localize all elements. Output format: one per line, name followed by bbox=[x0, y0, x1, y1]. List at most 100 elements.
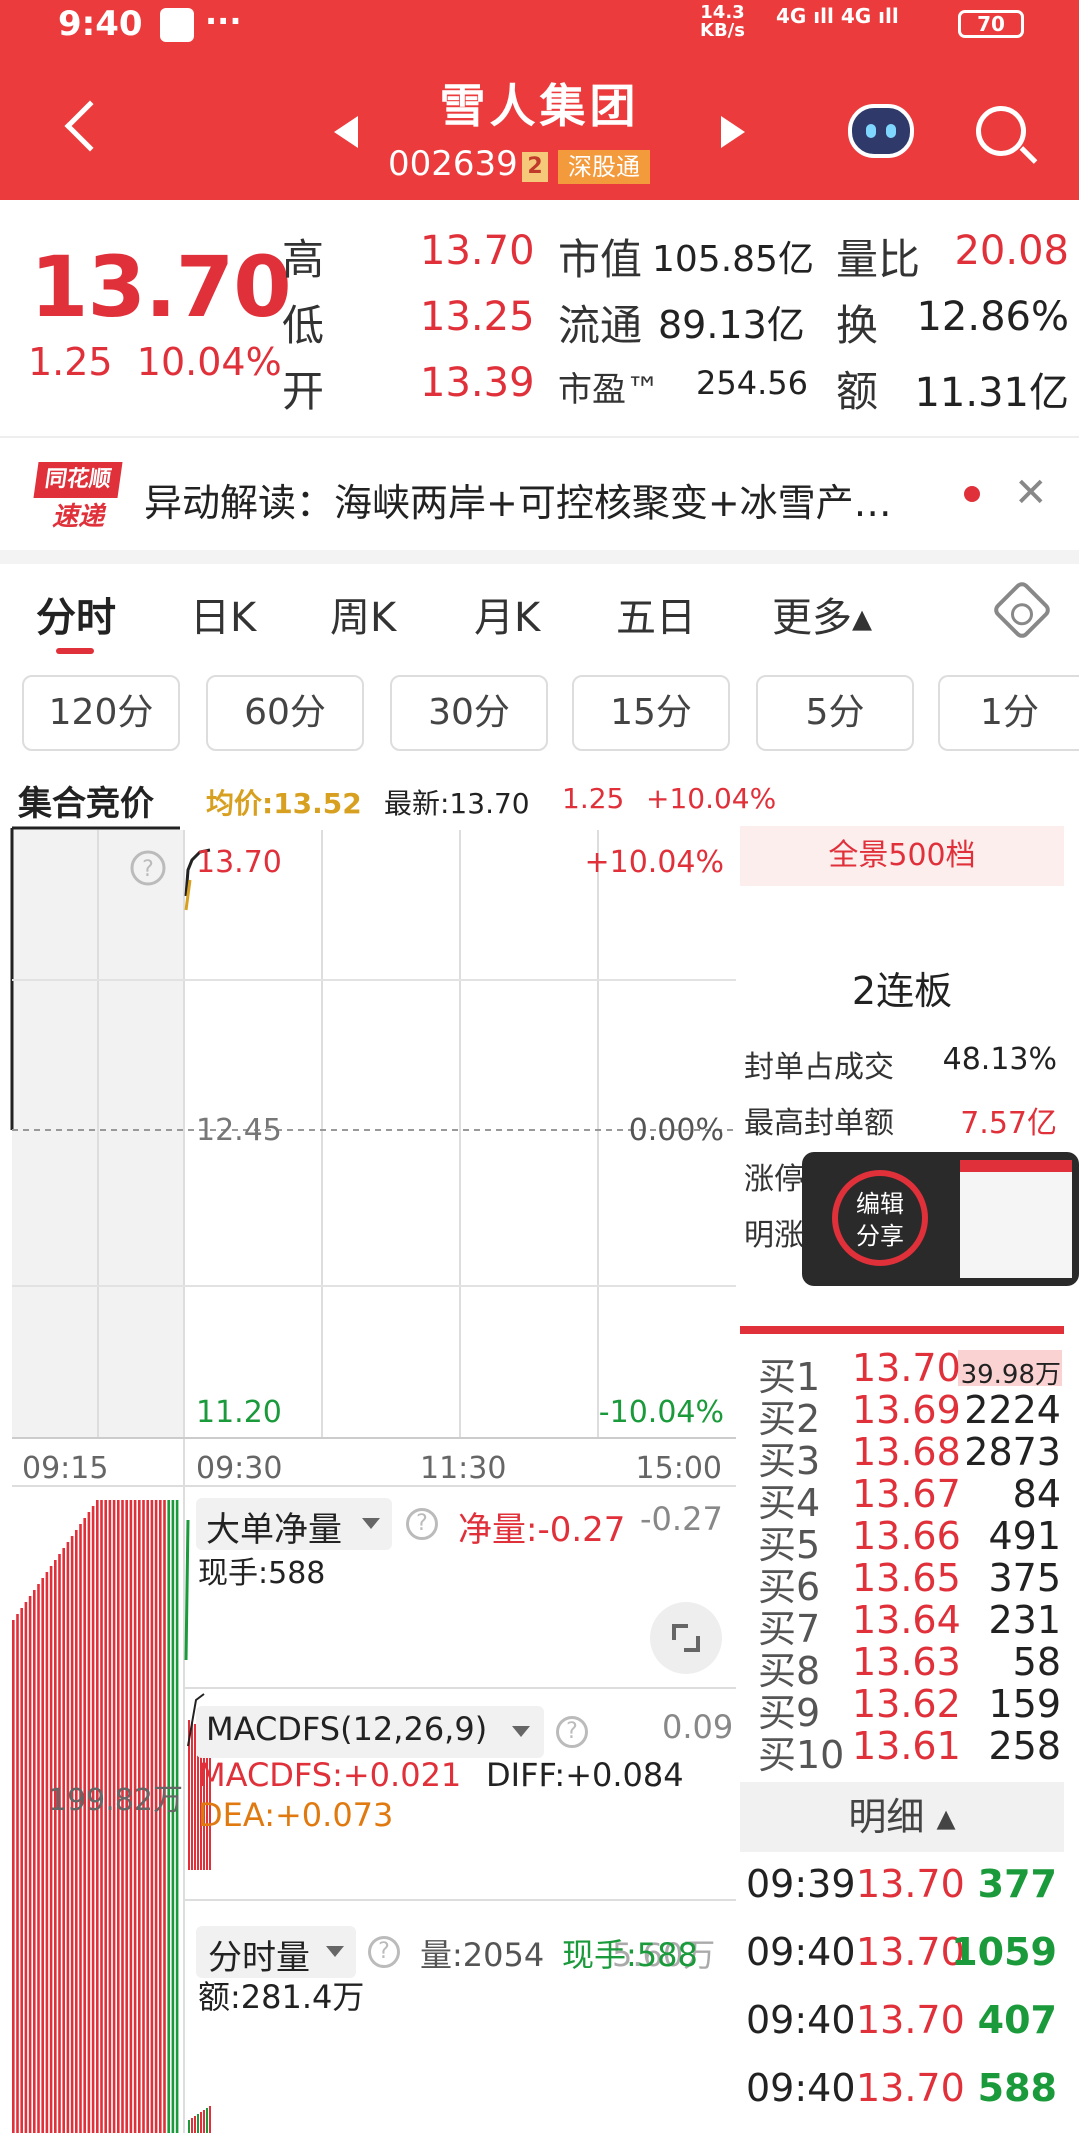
order-book-volume: 39.98万 bbox=[960, 1360, 1061, 1390]
time-label-0915: 09:15 bbox=[22, 1451, 108, 1486]
low-label: 低 bbox=[282, 301, 325, 350]
pe-label: 市盈™ bbox=[558, 370, 660, 410]
signal-icon: 4G ıll 4G ıll bbox=[776, 4, 899, 28]
chevron-down-icon bbox=[326, 1946, 344, 1957]
section-gap bbox=[0, 550, 1079, 564]
order-book-price: 13.65 bbox=[852, 1556, 961, 1600]
period-1min[interactable]: 1分 bbox=[938, 675, 1079, 751]
order-book-price: 13.66 bbox=[852, 1514, 961, 1558]
macd-right: 0.09 bbox=[662, 1708, 734, 1746]
percent-bottom-label: -10.04% bbox=[599, 1395, 724, 1430]
tab-weekly-k[interactable]: 周K bbox=[330, 585, 396, 643]
period-120min[interactable]: 120分 bbox=[22, 675, 180, 751]
amount-value: 11.31亿 bbox=[914, 370, 1069, 416]
dea-value: DEA:+0.073 bbox=[198, 1796, 394, 1834]
volume-selector[interactable]: 分时量 bbox=[196, 1926, 356, 1978]
quote-divider bbox=[0, 436, 1079, 438]
auction-volume-bar bbox=[24, 1602, 28, 2133]
order-book-price: 13.61 bbox=[852, 1724, 961, 1768]
stock-code: 002639 bbox=[388, 144, 518, 184]
order-book-volume: 58 bbox=[1012, 1640, 1061, 1684]
period-30min[interactable]: 30分 bbox=[390, 675, 548, 751]
time-label-1130: 11:30 bbox=[420, 1451, 506, 1486]
screenshot-thumbnail[interactable] bbox=[960, 1160, 1072, 1278]
share-line1: 编辑 bbox=[856, 1190, 904, 1218]
news-logo-bottom: 速递 bbox=[51, 502, 104, 532]
auction-volume-label: 199.82万 bbox=[48, 1783, 183, 1818]
macd-selector[interactable]: MACDFS(12,26,9) bbox=[196, 1706, 544, 1758]
volume-bar bbox=[200, 2112, 202, 2133]
change-percent: 10.04% bbox=[136, 340, 282, 384]
tab-five-day[interactable]: 五日 bbox=[616, 585, 696, 643]
expand-icon[interactable] bbox=[650, 1602, 722, 1674]
big-order-net: 净量:-0.27 bbox=[458, 1502, 625, 1551]
order-book-volume: 231 bbox=[988, 1598, 1061, 1642]
seal-ratio-label: 封单占成交 bbox=[744, 1050, 894, 1085]
big-order-hand: 现手:588 bbox=[198, 1556, 326, 1591]
volume-bar bbox=[209, 2106, 211, 2133]
big-order-selector[interactable]: 大单净量 bbox=[196, 1498, 392, 1550]
help-icon[interactable]: ? bbox=[556, 1716, 588, 1748]
turnover-value: 12.86% bbox=[916, 294, 1069, 340]
help-icon[interactable]: ? bbox=[406, 1508, 438, 1540]
volume-bar bbox=[203, 2110, 205, 2133]
macd-bar bbox=[191, 1722, 193, 1870]
order-book-price: 13.63 bbox=[852, 1640, 961, 1684]
detail-volume: 1059 bbox=[951, 1930, 1057, 1974]
order-book-volume: 159 bbox=[988, 1682, 1061, 1726]
detail-price: 13.70 bbox=[856, 1998, 965, 2042]
max-seal-label: 最高封单额 bbox=[744, 1106, 894, 1141]
news-headline[interactable]: 异动解读：海峡两岸+可控核聚变+冰雪产… bbox=[144, 472, 954, 527]
order-book-volume: 258 bbox=[988, 1724, 1061, 1768]
max-seal-value: 7.57亿 bbox=[960, 1106, 1057, 1141]
tab-more[interactable]: 更多▴ bbox=[772, 585, 872, 643]
volume-bar bbox=[188, 2120, 190, 2133]
limit-up-streak: 2连板 bbox=[851, 969, 953, 1013]
order-book-price: 13.68 bbox=[852, 1430, 961, 1474]
edit-share-button[interactable]: 编辑 分享 bbox=[832, 1170, 928, 1266]
volume-hand: 现手:588 bbox=[562, 1936, 698, 1974]
detail-time: 09:40 bbox=[746, 1930, 856, 1974]
period-15min[interactable]: 15分 bbox=[572, 675, 730, 751]
order-book-volume: 2224 bbox=[964, 1388, 1061, 1432]
macd-title: MACDFS(12,26,9) bbox=[206, 1710, 488, 1748]
robot-assistant-icon[interactable] bbox=[848, 104, 914, 158]
auction-volume-bar bbox=[20, 1608, 23, 2133]
volume-bars bbox=[188, 2106, 211, 2133]
code-badge: 2 bbox=[522, 152, 548, 182]
tab-monthly-k[interactable]: 月K bbox=[474, 585, 540, 643]
order-book-level-label: 买10 bbox=[758, 1733, 845, 1777]
close-icon[interactable]: ✕ bbox=[1014, 470, 1048, 516]
auction-volume-bar bbox=[62, 1548, 65, 2133]
percent-mid-label: 0.00% bbox=[629, 1113, 724, 1148]
seal-ratio-value: 48.13% bbox=[942, 1042, 1057, 1077]
connect-badge[interactable]: 深股通 bbox=[558, 150, 650, 184]
help-icon[interactable]: ? bbox=[368, 1936, 400, 1968]
share-popup[interactable]: 编辑 分享 bbox=[802, 1152, 1079, 1286]
settings-icon[interactable] bbox=[990, 578, 1054, 642]
tab-intraday[interactable]: 分时 bbox=[36, 585, 116, 643]
panorama-500-button[interactable]: 全景500档 bbox=[740, 826, 1064, 886]
detail-toggle[interactable]: 明细 ▴ bbox=[740, 1782, 1064, 1852]
latest-percent: +10.04% bbox=[646, 782, 777, 815]
order-book-price: 13.67 bbox=[852, 1472, 961, 1516]
volume-value: 量:2054 bbox=[420, 1936, 545, 1974]
detail-price: 13.70 bbox=[856, 1930, 965, 1974]
volume-ratio-value: 20.08 bbox=[954, 228, 1069, 274]
search-icon[interactable] bbox=[976, 106, 1026, 156]
auction-volume-bar bbox=[87, 1512, 91, 2133]
previous-stock-icon[interactable] bbox=[334, 116, 358, 148]
period-5min[interactable]: 5分 bbox=[756, 675, 914, 751]
order-book-price: 13.64 bbox=[852, 1598, 961, 1642]
tab-daily-k[interactable]: 日K bbox=[190, 585, 256, 643]
next-stock-icon[interactable] bbox=[721, 116, 745, 148]
share-line2: 分享 bbox=[856, 1222, 904, 1250]
notification-app-icon bbox=[160, 8, 194, 42]
network-speed: 14.3 KB/s bbox=[700, 4, 745, 40]
volume-bar bbox=[206, 2108, 208, 2133]
news-logo: 同花顺 速递 bbox=[33, 462, 123, 534]
chevron-down-icon bbox=[362, 1518, 380, 1529]
order-book-volume: 375 bbox=[988, 1556, 1061, 1600]
float-label: 流通 bbox=[558, 301, 643, 350]
period-60min[interactable]: 60分 bbox=[206, 675, 364, 751]
